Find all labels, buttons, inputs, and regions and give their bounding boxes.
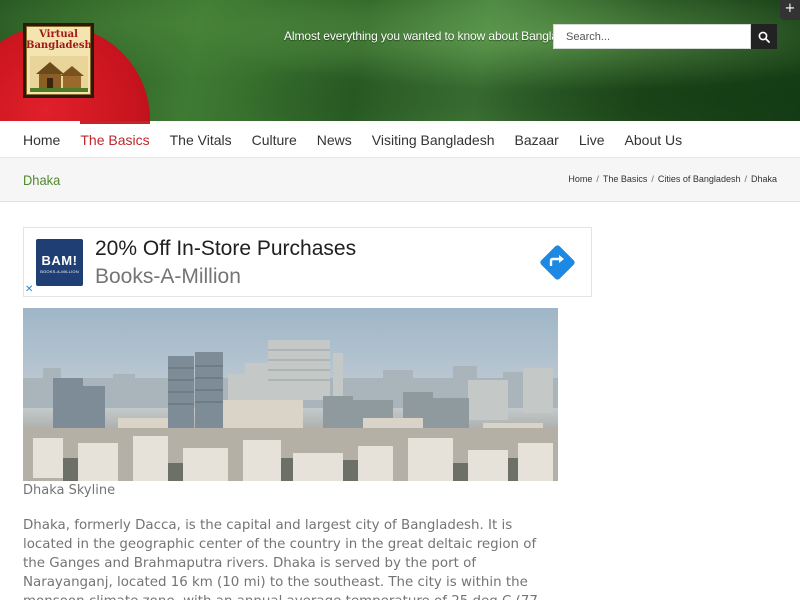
nav-item-culture[interactable]: Culture bbox=[252, 121, 297, 158]
nav-item-the-basics[interactable]: The Basics bbox=[80, 120, 150, 158]
breadcrumb-home[interactable]: Home bbox=[568, 174, 592, 184]
nav-item-home[interactable]: Home bbox=[23, 121, 60, 158]
ad-advertiser-logo: BAM! BOOKS-A-MILLION bbox=[36, 239, 83, 286]
ad-logo-subtext: BOOKS-A-MILLION bbox=[40, 269, 79, 274]
main-nav: Home The Basics The Vitals Culture News … bbox=[0, 120, 800, 158]
logo-hut-illustration bbox=[30, 56, 88, 92]
article-paragraph: Dhaka, formerly Dacca, is the capital an… bbox=[23, 518, 538, 600]
breadcrumb-cities-of-bangladesh[interactable]: Cities of Bangladesh bbox=[658, 174, 741, 184]
ad-headline[interactable]: 20% Off In-Store Purchases bbox=[95, 237, 356, 261]
nav-item-news[interactable]: News bbox=[317, 121, 352, 158]
image-caption: Dhaka Skyline bbox=[23, 483, 116, 498]
skyline-illustration bbox=[23, 340, 558, 481]
breadcrumb: Home / The Basics / Cities of Bangladesh… bbox=[568, 174, 777, 184]
advertisement-banner[interactable]: BAM! BOOKS-A-MILLION 20% Off In-Store Pu… bbox=[23, 227, 592, 297]
header-banner: Virtual Bangladesh Almost everything you … bbox=[0, 0, 800, 121]
site-logo[interactable]: Virtual Bangladesh bbox=[23, 23, 94, 98]
ad-close-icon[interactable]: ✕ bbox=[25, 285, 36, 296]
page-title-bar: Dhaka Home / The Basics / Cities of Bang… bbox=[0, 158, 800, 202]
plus-icon[interactable]: + bbox=[780, 0, 800, 20]
breadcrumb-separator: / bbox=[744, 174, 747, 184]
nav-item-bazaar[interactable]: Bazaar bbox=[514, 121, 558, 158]
search-input[interactable] bbox=[553, 24, 751, 49]
logo-text: Virtual Bangladesh bbox=[26, 29, 92, 51]
directions-arrow-icon[interactable] bbox=[539, 244, 576, 281]
dhaka-skyline-image bbox=[23, 308, 558, 481]
search-icon bbox=[758, 31, 770, 43]
breadcrumb-separator: / bbox=[596, 174, 599, 184]
breadcrumb-the-basics[interactable]: The Basics bbox=[603, 174, 648, 184]
nav-item-the-vitals[interactable]: The Vitals bbox=[170, 121, 232, 158]
nav-item-about-us[interactable]: About Us bbox=[625, 121, 683, 158]
search-button[interactable] bbox=[751, 24, 777, 49]
breadcrumb-separator: / bbox=[651, 174, 654, 184]
nav-item-live[interactable]: Live bbox=[579, 121, 605, 158]
ad-advertiser-name[interactable]: Books-A-Million bbox=[95, 265, 241, 289]
nav-item-visiting-bangladesh[interactable]: Visiting Bangladesh bbox=[372, 121, 495, 158]
page-title: Dhaka bbox=[23, 172, 61, 188]
ad-logo-text: BAM! bbox=[41, 253, 78, 268]
breadcrumb-current: Dhaka bbox=[750, 174, 777, 184]
site-tagline: Almost everything you wanted to know abo… bbox=[284, 29, 584, 43]
